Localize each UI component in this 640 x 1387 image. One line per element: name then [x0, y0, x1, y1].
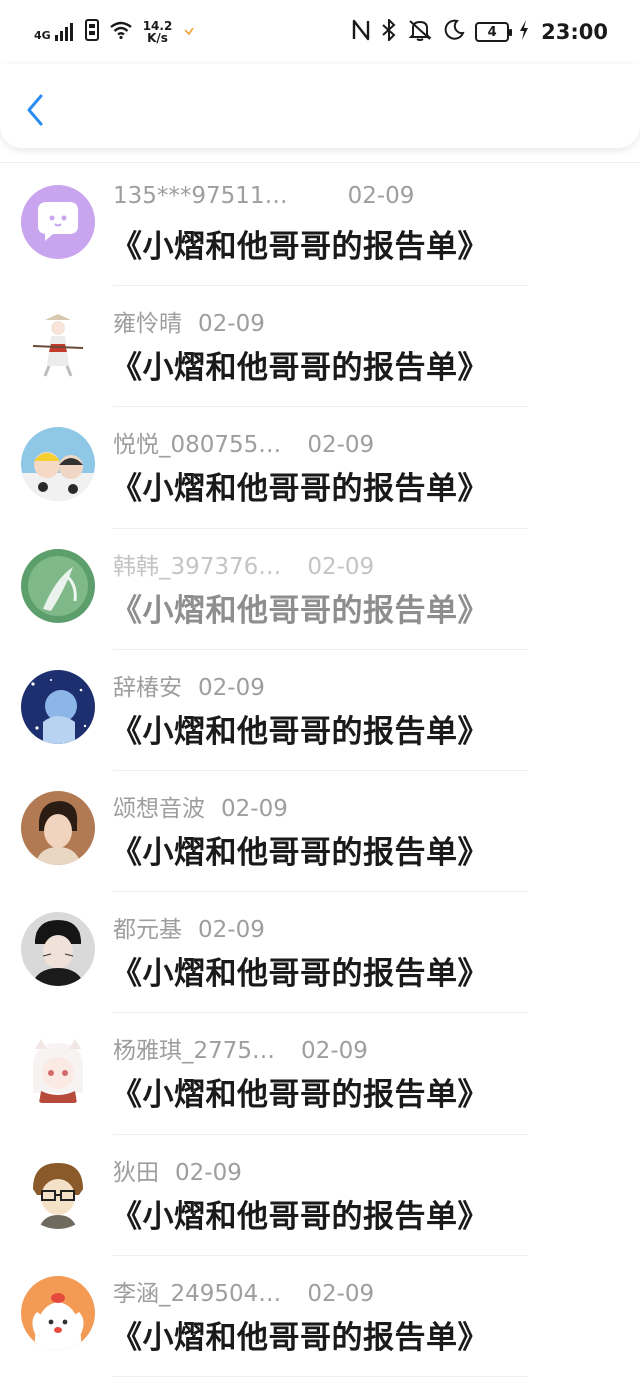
signal-icon: 4G	[34, 23, 75, 41]
item-meta: 135***97511… 02-09	[113, 183, 414, 209]
charging-icon	[519, 19, 529, 45]
username[interactable]: 李涵_249504…	[113, 1274, 281, 1308]
nfc-icon	[351, 19, 371, 46]
item-meta: 悦悦_080755… 02-09	[113, 425, 374, 459]
username[interactable]: 颂想音波	[113, 789, 205, 823]
item-title[interactable]: 《小熠和他哥哥的报告单》	[111, 342, 489, 387]
notification-icon	[182, 20, 196, 44]
username[interactable]: 杨雅琪_2775…	[113, 1031, 275, 1065]
item-meta: 狄田 02-09	[113, 1153, 242, 1187]
avatar[interactable]	[21, 912, 95, 987]
bluetooth-icon	[381, 17, 397, 46]
divider	[113, 1375, 528, 1377]
net-speed-unit: K/s	[147, 31, 168, 45]
list-item[interactable]: 韩韩_397376… 02-09 《小熠和他哥哥的报告单》	[0, 529, 640, 650]
date: 02-09	[221, 795, 288, 822]
date: 02-09	[301, 1038, 368, 1065]
battery-level: 4	[487, 24, 497, 40]
status-bar: 4G 14.2 K/s 4 23:00	[0, 0, 640, 64]
list-item[interactable]: 悦悦_080755… 02-09 《小熠和他哥哥的报告单》	[0, 407, 640, 529]
list-item[interactable]: 雍怜晴 02-09 《小熠和他哥哥的报告单》	[0, 286, 640, 408]
item-meta: 韩韩_397376… 02-09	[113, 547, 374, 581]
username[interactable]: 辞椿安	[113, 668, 182, 702]
wifi-icon	[109, 20, 133, 44]
item-title[interactable]: 《小熠和他哥哥的报告单》	[111, 1191, 489, 1236]
avatar[interactable]	[21, 548, 95, 623]
item-title[interactable]: 《小熠和他哥哥的报告单》	[111, 221, 489, 266]
battery-icon: 4	[475, 22, 513, 42]
list-item[interactable]: 颂想音波 02-09 《小熠和他哥哥的报告单》	[0, 771, 640, 893]
date: 02-09	[307, 432, 375, 459]
item-title[interactable]: 《小熠和他哥哥的报告单》	[111, 463, 489, 508]
net-speed: 14.2 K/s	[143, 20, 173, 44]
date: 02-09	[198, 674, 265, 701]
list-item[interactable]: 狄田 02-09 《小熠和他哥哥的报告单》	[0, 1135, 640, 1256]
item-title[interactable]: 《小熠和他哥哥的报告单》	[111, 1312, 489, 1357]
username[interactable]: 韩韩_397376…	[113, 547, 281, 581]
avatar[interactable]	[21, 790, 95, 865]
item-meta: 雍怜晴 02-09	[113, 304, 265, 338]
list-item[interactable]: 杨雅琪_2775… 02-09 《小熠和他哥哥的报告单》	[0, 1013, 640, 1135]
avatar[interactable]	[21, 306, 95, 381]
item-meta: 李涵_249504… 02-09	[113, 1274, 374, 1308]
date: 02-09	[347, 183, 415, 209]
item-meta: 辞椿安 02-09	[113, 668, 265, 702]
divider	[0, 162, 640, 163]
item-title[interactable]: 《小熠和他哥哥的报告单》	[111, 1069, 489, 1114]
date: 02-09	[198, 917, 265, 944]
item-meta: 颂想音波 02-09	[113, 789, 288, 823]
avatar[interactable]	[21, 1154, 95, 1229]
avatar[interactable]	[21, 1275, 95, 1350]
username[interactable]: 悦悦_080755…	[113, 425, 281, 459]
date: 02-09	[307, 1280, 375, 1307]
item-title[interactable]: 《小熠和他哥哥的报告单》	[111, 827, 489, 872]
item-title[interactable]: 《小熠和他哥哥的报告单》	[111, 585, 489, 630]
avatar[interactable]	[21, 669, 95, 744]
sim-icon	[84, 18, 99, 46]
chevron-left-icon	[27, 94, 43, 126]
item-title[interactable]: 《小熠和他哥哥的报告单》	[111, 948, 489, 993]
back-button[interactable]	[18, 90, 52, 130]
network-type: 4G	[34, 29, 51, 42]
list-item[interactable]: 李涵_249504… 02-09 《小熠和他哥哥的报告单》	[0, 1256, 640, 1377]
share-list: 135***97511… 02-09 《小熠和他哥哥的报告单》 雍怜晴 02-0…	[0, 165, 640, 1377]
date: 02-09	[175, 1159, 242, 1186]
date: 02-09	[198, 311, 265, 338]
username[interactable]: 都元基	[113, 910, 182, 944]
list-item[interactable]: 都元基 02-09 《小熠和他哥哥的报告单》	[0, 892, 640, 1014]
avatar[interactable]	[21, 1033, 95, 1108]
item-meta: 杨雅琪_2775… 02-09	[113, 1031, 368, 1065]
list-item[interactable]: 135***97511… 02-09 《小熠和他哥哥的报告单》	[0, 165, 640, 287]
clock: 23:00	[541, 20, 608, 44]
item-meta: 都元基 02-09	[113, 910, 265, 944]
list-item[interactable]: 辞椿安 02-09 《小熠和他哥哥的报告单》	[0, 650, 640, 771]
avatar[interactable]	[21, 185, 95, 259]
mute-icon	[407, 19, 433, 46]
moon-icon	[443, 19, 465, 46]
username[interactable]: 狄田	[113, 1153, 159, 1187]
navigation-bar	[0, 64, 640, 148]
username[interactable]: 135***97511…	[113, 183, 288, 209]
item-title[interactable]: 《小熠和他哥哥的报告单》	[111, 706, 489, 751]
avatar[interactable]	[21, 427, 95, 502]
username[interactable]: 雍怜晴	[113, 304, 182, 338]
date: 02-09	[307, 553, 375, 580]
